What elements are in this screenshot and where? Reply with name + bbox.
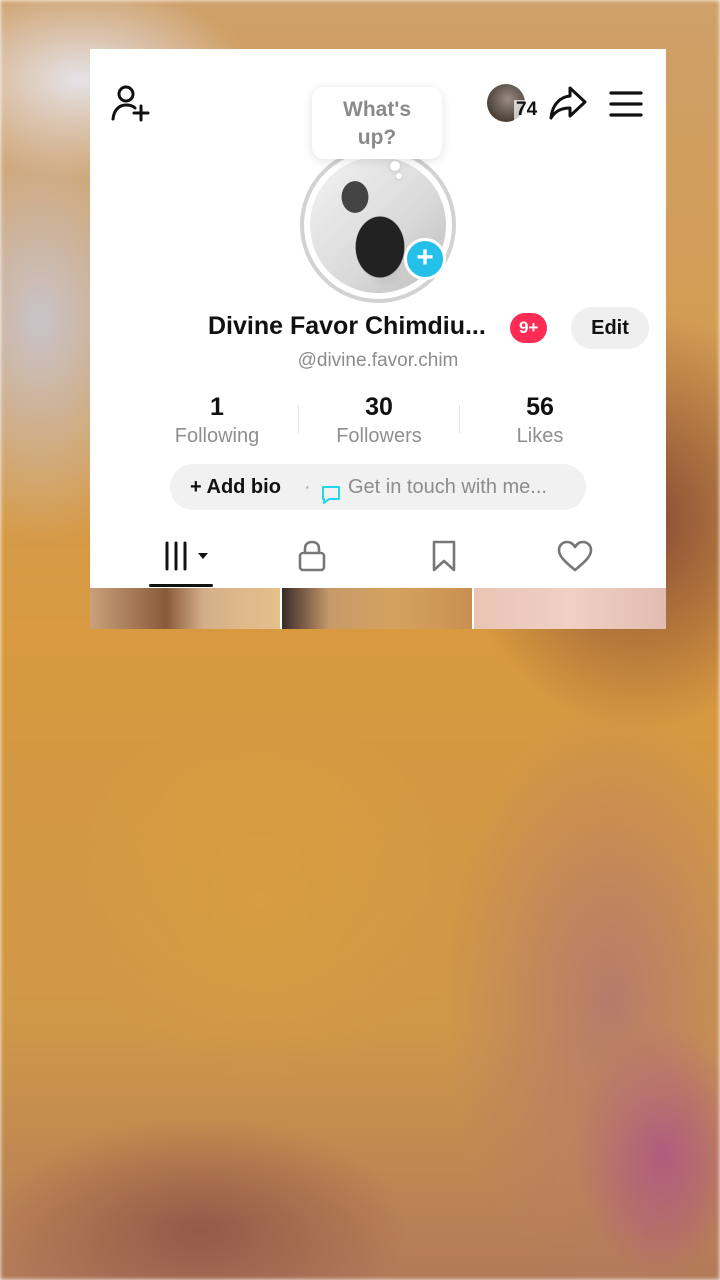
message-icon: [320, 477, 342, 510]
active-tab-indicator: [149, 584, 213, 587]
video-thumbnail[interactable]: [474, 588, 666, 629]
display-name: Divine Favor Chimdiu...: [208, 312, 486, 340]
username: @divine.favor.chim: [297, 350, 459, 371]
status-bubble[interactable]: What's up?: [312, 87, 442, 159]
tab-liked[interactable]: [556, 539, 594, 579]
bookmark-icon: [432, 540, 456, 572]
get-in-touch-link[interactable]: Get in touch with me...: [348, 464, 547, 510]
stat-value: 56: [526, 393, 554, 421]
video-grid: [90, 588, 666, 629]
stat-value: 30: [365, 393, 393, 421]
profile-panel: 74 + What's up? Divine Favor Chimdiu... …: [90, 49, 666, 629]
avatar-add-icon[interactable]: +: [404, 238, 446, 280]
add-friend-icon[interactable]: [110, 83, 152, 123]
video-thumbnail[interactable]: [282, 588, 472, 629]
lock-icon: [298, 540, 326, 572]
edit-profile-button[interactable]: Edit: [571, 307, 649, 349]
video-thumbnail[interactable]: [90, 588, 280, 629]
tab-videos[interactable]: [163, 539, 213, 579]
menu-icon[interactable]: [609, 90, 643, 118]
heart-icon: [557, 540, 593, 572]
bubble-tail-dot: [390, 161, 400, 171]
stat-following[interactable]: 1 Following: [137, 392, 297, 450]
status-line-1: What's: [343, 98, 411, 121]
bio-pill[interactable]: + Add bio · Get in touch with me...: [170, 464, 586, 510]
grid-bars-icon: [165, 541, 208, 571]
visitor-count: 74: [514, 99, 540, 120]
stat-likes[interactable]: 56 Likes: [460, 392, 620, 450]
notification-badge[interactable]: 9+: [510, 313, 548, 343]
stat-value: 1: [210, 393, 224, 421]
stat-label: Likes: [516, 425, 564, 447]
tab-private[interactable]: [297, 539, 327, 579]
stat-label: Following: [174, 425, 260, 447]
stat-label: Followers: [336, 425, 422, 447]
share-icon[interactable]: [548, 85, 588, 121]
status-line-2: up?: [357, 126, 397, 149]
add-bio-button[interactable]: + Add bio: [190, 464, 281, 510]
stat-followers[interactable]: 30 Followers: [299, 392, 459, 450]
bio-separator: ·: [304, 476, 311, 498]
tab-saved[interactable]: [430, 539, 458, 579]
bubble-tail-dot-small: [396, 173, 402, 179]
